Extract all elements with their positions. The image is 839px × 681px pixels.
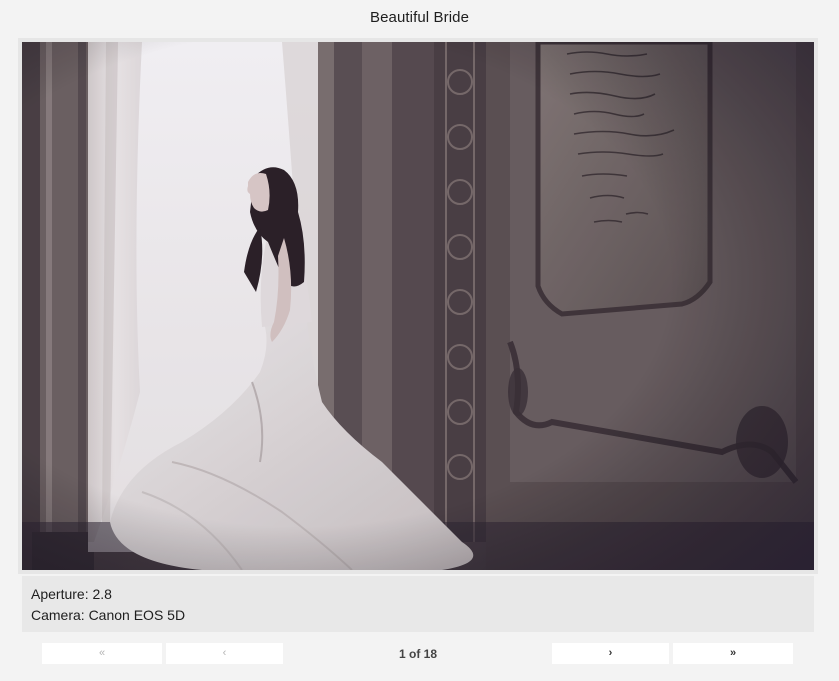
pagination: « ‹ 1 of 18 › » — [0, 643, 839, 665]
photo-frame — [18, 38, 818, 574]
previous-page-button[interactable]: ‹ — [166, 643, 283, 664]
next-page-button[interactable]: › — [552, 643, 669, 664]
photo-details-panel: Aperture: 2.8 Camera: Canon EOS 5D — [22, 576, 814, 632]
last-page-button[interactable]: » — [673, 643, 793, 664]
gallery-photo — [22, 42, 814, 570]
aperture-text: Aperture: 2.8 — [31, 586, 112, 602]
camera-text: Camera: Canon EOS 5D — [31, 607, 186, 623]
gallery-title: Beautiful Bride — [369, 9, 470, 26]
first-page-button[interactable]: « — [42, 643, 162, 664]
page-indicator: 1 of 18 — [398, 647, 437, 661]
